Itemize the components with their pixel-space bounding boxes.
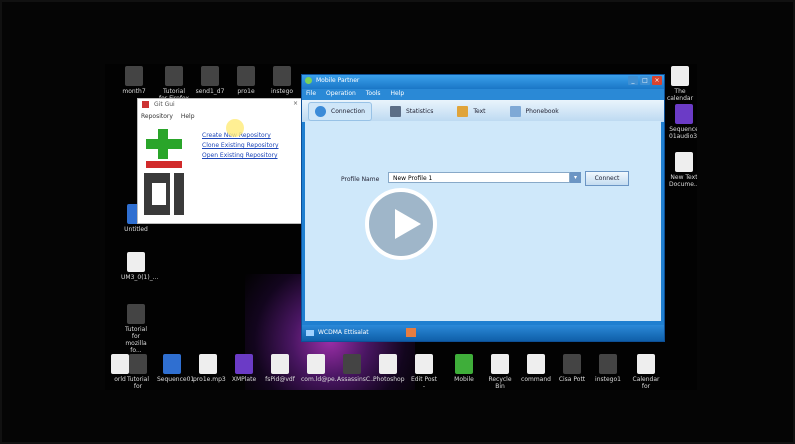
- status-bar: WCDMA Ettisalat: [302, 325, 664, 341]
- desktop-icon[interactable]: command: [521, 354, 551, 383]
- tab-text[interactable]: Text: [451, 103, 491, 120]
- mobile-partner-window[interactable]: Mobile Partner _ □ × File Operation Tool…: [301, 74, 665, 342]
- desktop-icon[interactable]: The calendar: [665, 66, 695, 102]
- desktop-icon[interactable]: instego1: [593, 354, 623, 383]
- desktop-icon[interactable]: AssassinsC...: [337, 354, 376, 383]
- desktop-icon[interactable]: Sequence01: [157, 354, 194, 383]
- mp-tabs: Connection Statistics Text Phonebook: [302, 100, 664, 122]
- tab-statistics[interactable]: Statistics: [384, 103, 439, 120]
- desktop-icon[interactable]: Cisa Pott: [557, 354, 587, 383]
- desktop-icon[interactable]: pro1e.mp3: [193, 354, 226, 383]
- close-icon[interactable]: ×: [293, 100, 298, 107]
- connection-panel: Profile Name New Profile 1 ▾ Connect: [305, 121, 661, 321]
- desktop-icon[interactable]: New Text Docume...: [669, 152, 697, 188]
- mp-window-title: Mobile Partner: [316, 77, 360, 84]
- minimize-icon[interactable]: _: [628, 76, 638, 85]
- desktop-icon[interactable]: Mobile: [449, 354, 479, 383]
- git-app-icon: [142, 101, 149, 108]
- desktop-icon[interactable]: instego: [267, 66, 297, 95]
- desktop-icon[interactable]: month7: [119, 66, 149, 95]
- git-gui-window[interactable]: Git Gui × Repository Help Create New Rep…: [137, 98, 303, 224]
- menu-operation[interactable]: Operation: [326, 90, 356, 97]
- menu-help[interactable]: Help: [181, 113, 195, 120]
- mp-app-icon: [305, 77, 312, 84]
- menu-help[interactable]: Help: [390, 90, 404, 97]
- desktop-icon[interactable]: fsPid@vdf: [265, 354, 295, 383]
- signal-icon: [306, 330, 314, 336]
- desktop-icon[interactable]: Tutorial for: [123, 354, 153, 390]
- menu-tools[interactable]: Tools: [366, 90, 381, 97]
- desktop-icon[interactable]: Edit Post -: [409, 354, 439, 390]
- network-type: WCDMA: [318, 329, 343, 336]
- git-actions: Create New Repository Clone Existing Rep…: [202, 131, 279, 161]
- cursor-highlight: [226, 119, 244, 137]
- desktop-icon[interactable]: Tutorial for mozilla fo...: [121, 304, 151, 354]
- tab-connection[interactable]: Connection: [308, 101, 372, 121]
- connect-button[interactable]: Connect: [585, 171, 629, 186]
- video-frame: month7 Tutorial for Firefox send1_d7 pro…: [0, 0, 795, 444]
- chevron-down-icon[interactable]: ▾: [570, 172, 581, 183]
- git-window-title: Git Gui: [154, 101, 175, 108]
- desktop-icon[interactable]: com.ld@pe..: [301, 354, 339, 383]
- phonebook-icon: [509, 105, 521, 117]
- play-button-icon[interactable]: [365, 188, 437, 260]
- close-icon[interactable]: ×: [652, 76, 662, 85]
- desktop-icon[interactable]: UM3_0(1)_...: [121, 252, 158, 281]
- desktop-icon[interactable]: pro1e: [231, 66, 261, 95]
- menu-file[interactable]: File: [306, 90, 316, 97]
- statistics-icon: [389, 105, 401, 117]
- mp-menubar: File Operation Tools Help: [302, 89, 664, 100]
- desktop-icon[interactable]: XMPlate: [229, 354, 259, 383]
- envelope-icon: [457, 105, 469, 117]
- open-repository-link[interactable]: Open Existing Repository: [202, 151, 279, 161]
- profile-name-label: Profile Name: [341, 176, 380, 183]
- desktop-icon[interactable]: Calendar for: [631, 354, 661, 390]
- desktop-icon[interactable]: Photoshop: [373, 354, 405, 383]
- desktop-icon[interactable]: Sequence 01audio3d...: [669, 104, 697, 140]
- git-titlebar[interactable]: Git Gui ×: [138, 99, 302, 113]
- git-menubar: Repository Help: [138, 113, 302, 124]
- connection-icon: [315, 105, 326, 117]
- sms-icon[interactable]: [406, 328, 416, 337]
- tab-phonebook[interactable]: Phonebook: [504, 103, 565, 120]
- menu-repository[interactable]: Repository: [141, 113, 173, 120]
- maximize-icon[interactable]: □: [640, 76, 650, 85]
- desktop-icon[interactable]: Tutorial for Firefox: [159, 66, 189, 102]
- desktop-icon[interactable]: send1_d7: [195, 66, 225, 95]
- profile-name-select[interactable]: New Profile 1: [388, 172, 570, 183]
- clone-repository-link[interactable]: Clone Existing Repository: [202, 141, 279, 151]
- operator-name: Ettisalat: [344, 329, 369, 336]
- git-logo: [142, 127, 190, 217]
- desktop-icon[interactable]: Recycle Bin: [485, 354, 515, 390]
- mp-titlebar[interactable]: Mobile Partner _ □ ×: [302, 75, 664, 89]
